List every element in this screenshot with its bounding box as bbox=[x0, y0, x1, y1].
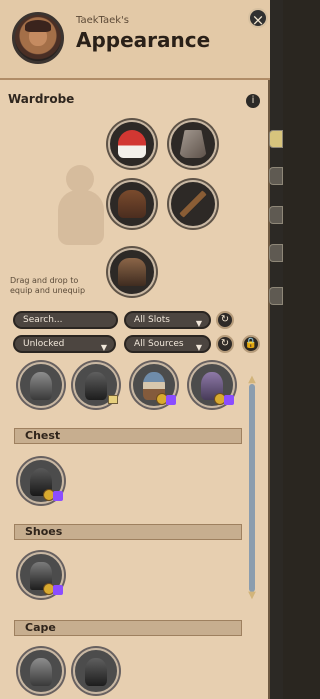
close-icon[interactable]: × bbox=[248, 8, 268, 29]
unlock-filter-label: Unlocked bbox=[23, 339, 65, 349]
source-filter-dropdown[interactable]: All Sources ▼ bbox=[124, 335, 211, 353]
twitch-icon bbox=[166, 395, 176, 405]
twitch-icon bbox=[53, 491, 63, 501]
scroll-up-icon[interactable]: ▲ bbox=[246, 374, 258, 385]
staff-icon bbox=[179, 190, 207, 218]
silhouette-body bbox=[58, 190, 104, 245]
side-tab[interactable] bbox=[269, 167, 283, 185]
twitch-icon bbox=[224, 395, 234, 405]
slot-filter-label: All Slots bbox=[134, 315, 170, 325]
appearance-panel: TaekTaek's Appearance × Wardrobe i Drag … bbox=[0, 0, 270, 699]
wardrobe-item[interactable] bbox=[73, 362, 119, 408]
calendar-icon bbox=[108, 395, 118, 404]
lock-icon[interactable]: 🔒 bbox=[242, 335, 260, 353]
chevron-down-icon: ▼ bbox=[100, 343, 107, 352]
twitch-icon bbox=[53, 585, 63, 595]
wardrobe-item[interactable] bbox=[18, 552, 64, 598]
owner-name: TaekTaek's bbox=[76, 15, 130, 26]
side-tab[interactable] bbox=[269, 244, 283, 262]
wardrobe-item[interactable] bbox=[189, 362, 235, 408]
refresh-icon[interactable]: ↻ bbox=[216, 335, 234, 353]
panel-title: Appearance bbox=[76, 28, 211, 52]
slot-filter-dropdown[interactable]: All Slots ▼ bbox=[124, 311, 211, 329]
scroll-down-icon[interactable]: ▼ bbox=[246, 590, 258, 601]
wardrobe-item[interactable] bbox=[18, 648, 64, 694]
side-tab[interactable] bbox=[269, 206, 283, 224]
equipped-chest-slot[interactable] bbox=[108, 180, 156, 228]
wardrobe-title: Wardrobe bbox=[8, 92, 75, 106]
equipped-hat-slot[interactable] bbox=[108, 120, 156, 168]
wardrobe-item[interactable] bbox=[18, 362, 64, 408]
equipped-weapon-slot[interactable] bbox=[169, 180, 217, 228]
chest-armor-icon bbox=[118, 190, 146, 218]
refresh-icon[interactable]: ↻ bbox=[216, 311, 234, 329]
wardrobe-item[interactable] bbox=[73, 648, 119, 694]
wardrobe-item[interactable] bbox=[131, 362, 177, 408]
gray-helmet-icon bbox=[30, 372, 52, 400]
drag-drop-help: Drag and drop to equip and unequip bbox=[10, 276, 86, 295]
shoes-icon bbox=[118, 258, 146, 286]
chevron-down-icon: ▼ bbox=[195, 343, 202, 352]
info-icon[interactable]: i bbox=[246, 94, 260, 108]
cape-icon bbox=[85, 658, 107, 686]
unlock-filter-dropdown[interactable]: Unlocked ▼ bbox=[13, 335, 116, 353]
cape-section-header: Cape bbox=[14, 620, 242, 636]
side-tab[interactable] bbox=[269, 287, 283, 305]
search-placeholder: Search... bbox=[23, 315, 63, 325]
scrollbar[interactable] bbox=[249, 384, 255, 592]
search-input[interactable]: Search... bbox=[13, 311, 118, 329]
side-tab-appearance[interactable] bbox=[269, 130, 283, 148]
cape-icon bbox=[179, 130, 207, 158]
shoes-section-header: Shoes bbox=[14, 524, 242, 540]
hat-icon bbox=[118, 130, 146, 158]
source-filter-label: All Sources bbox=[134, 339, 184, 349]
wardrobe-item[interactable] bbox=[18, 458, 64, 504]
character-silhouette bbox=[48, 165, 118, 260]
character-avatar bbox=[12, 12, 64, 64]
silhouette-head bbox=[66, 165, 94, 193]
equipped-shoes-slot[interactable] bbox=[108, 248, 156, 296]
chest-section-header: Chest bbox=[14, 428, 242, 444]
cape-icon bbox=[30, 658, 52, 686]
dark-helmet-icon bbox=[85, 372, 107, 400]
side-rail bbox=[270, 0, 283, 699]
equipped-cape-slot[interactable] bbox=[169, 120, 217, 168]
appearance-header: TaekTaek's Appearance × bbox=[0, 0, 270, 80]
chevron-down-icon: ▼ bbox=[195, 319, 202, 328]
